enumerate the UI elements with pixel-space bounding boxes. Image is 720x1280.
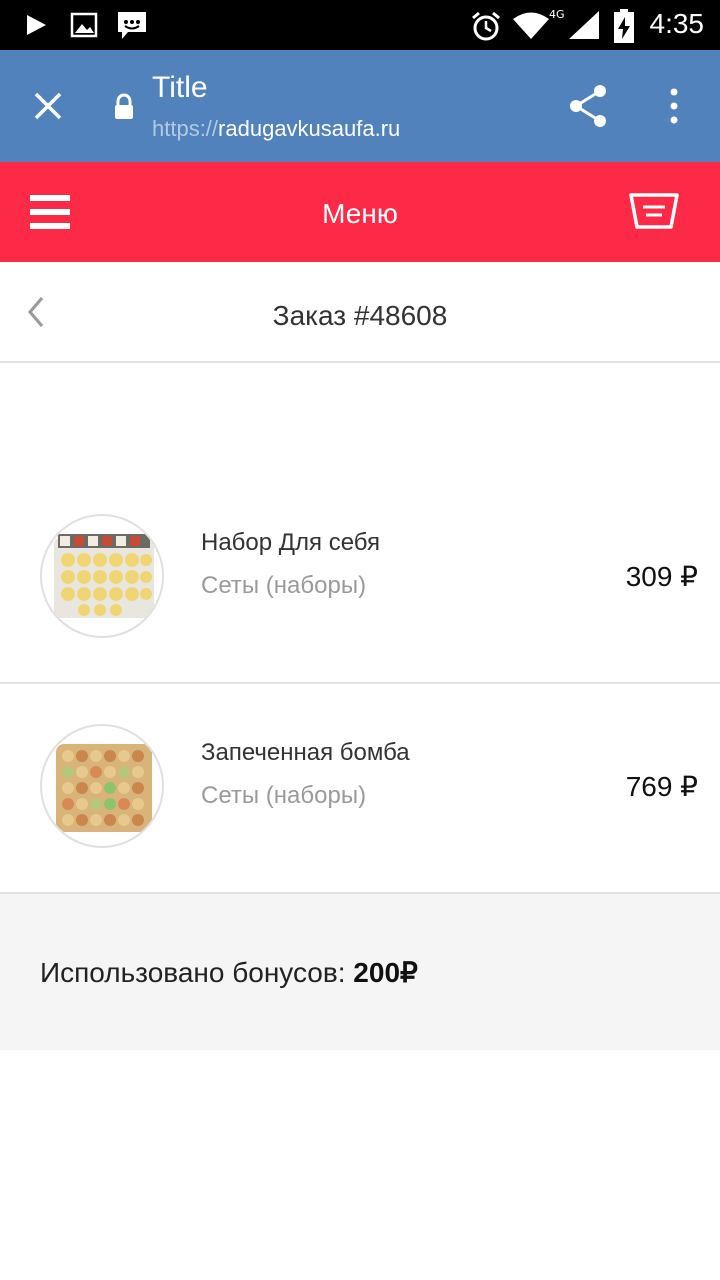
alarm-icon xyxy=(472,11,500,41)
url-scheme: https:// xyxy=(152,116,219,141)
url-host: radugavkusaufa.ru xyxy=(218,116,401,141)
bonus-label: Использовано бонусов: xyxy=(40,957,354,988)
close-icon[interactable] xyxy=(32,90,64,122)
list-item[interactable]: Набор Для себя Сеты (наборы) 309 ₽ xyxy=(0,474,720,684)
basket-icon[interactable] xyxy=(628,192,680,230)
browser-toolbar: Title https://radugavkusaufa.ru xyxy=(0,50,720,162)
item-category: Сеты (наборы) xyxy=(201,572,367,599)
list-item[interactable]: Запеченная бомба Сеты (наборы) 769 ₽ xyxy=(0,684,720,894)
battery-charging-icon xyxy=(614,9,634,43)
network-type-label: 4G xyxy=(549,8,565,21)
status-bar: 4G 4:35 xyxy=(0,0,720,50)
toolbar-url: https://radugavkusaufa.ru xyxy=(152,116,400,142)
order-title: Заказ #48608 xyxy=(272,300,448,331)
bonus-summary: Использовано бонусов: 200₽ xyxy=(0,894,720,1050)
chat-icon xyxy=(118,12,146,39)
status-time: 4:35 xyxy=(649,8,705,39)
item-thumbnail xyxy=(40,514,164,638)
image-icon xyxy=(70,12,98,38)
app-header: Меню xyxy=(0,162,720,262)
item-thumbnail xyxy=(40,724,164,848)
wifi-icon xyxy=(513,12,549,39)
item-price: 309 ₽ xyxy=(625,561,698,592)
item-price: 769 ₽ xyxy=(625,771,698,802)
bonus-text: Использовано бонусов: 200₽ xyxy=(40,956,418,989)
item-category: Сеты (наборы) xyxy=(201,782,367,809)
item-name: Запеченная бомба xyxy=(201,739,410,766)
more-vert-icon[interactable] xyxy=(666,88,682,124)
lock-icon xyxy=(115,93,133,119)
bonus-value: 200₽ xyxy=(353,957,418,988)
toolbar-title: Title xyxy=(152,71,208,104)
item-name: Набор Для себя xyxy=(201,529,381,556)
signal-icon xyxy=(569,11,599,39)
play-icon xyxy=(27,15,46,35)
order-header: Заказ #48608 xyxy=(0,262,720,363)
header-title: Меню xyxy=(322,198,398,229)
share-icon[interactable] xyxy=(568,84,608,128)
